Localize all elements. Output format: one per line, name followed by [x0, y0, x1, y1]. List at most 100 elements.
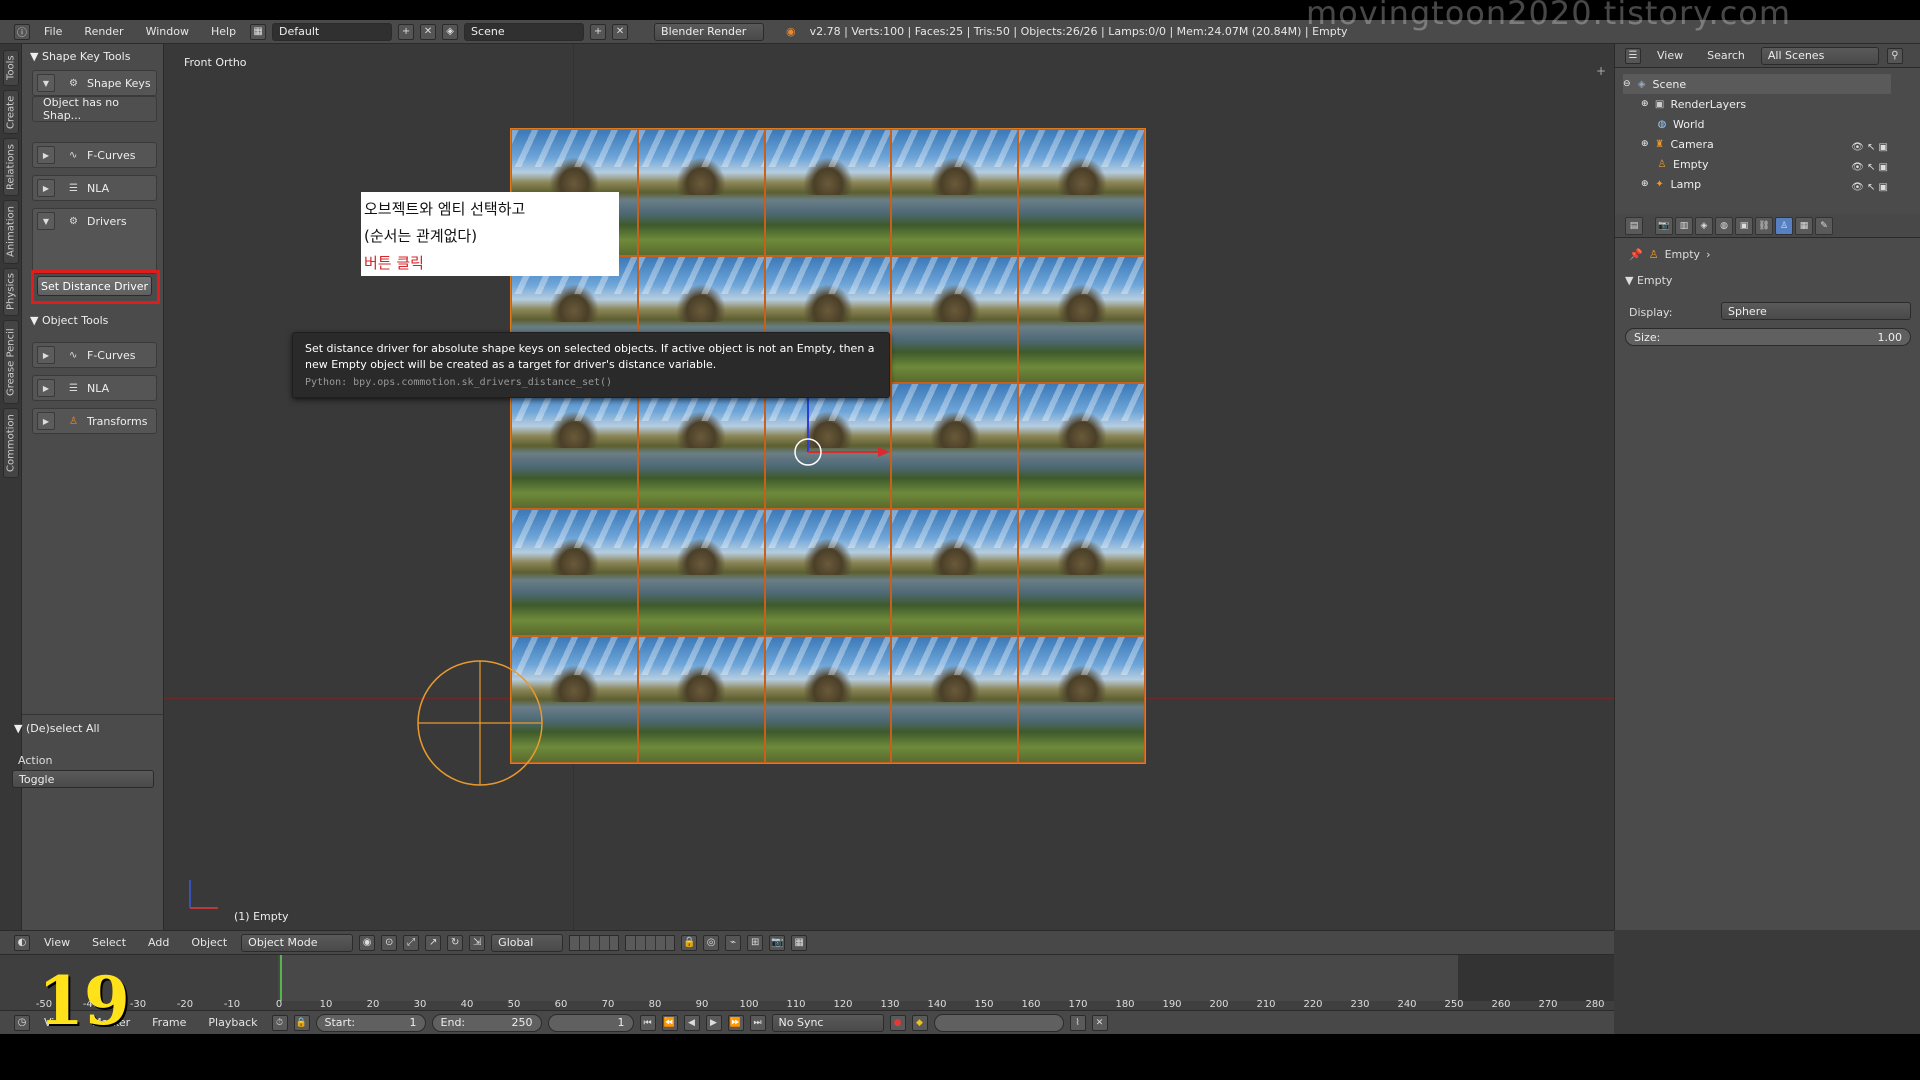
start-frame-field[interactable]: Start: 1: [315, 1013, 426, 1032]
outliner-editor-icon[interactable]: ☰: [1625, 47, 1641, 64]
shape-keys-row[interactable]: ▼ ⚙ Shape Keys: [32, 70, 157, 96]
screen-layout-field[interactable]: Default: [272, 22, 393, 41]
expand-icon[interactable]: ⊕: [1641, 179, 1649, 189]
expand-shape-keys-icon[interactable]: ▼: [37, 74, 55, 92]
menu-object[interactable]: Object: [183, 936, 235, 949]
keying-set-field[interactable]: [933, 1013, 1064, 1032]
outliner-item-renderlayers[interactable]: ⊕ ▣ RenderLayers: [1641, 94, 1871, 114]
size-field[interactable]: Size: 1.00: [1625, 328, 1911, 346]
image-plane[interactable]: [891, 509, 1019, 637]
outliner-item-lamp[interactable]: ⊕ ✦ Lamp: [1641, 174, 1871, 194]
expand-fcurves-icon[interactable]: ▶: [37, 146, 55, 164]
lock-layers-icon[interactable]: 🔒: [681, 934, 698, 951]
outliner-view-menu[interactable]: View: [1649, 49, 1691, 62]
mode-dropdown[interactable]: Object Mode: [241, 933, 354, 952]
translate-icon[interactable]: ↗: [425, 934, 442, 951]
snap-target-icon[interactable]: ⊞: [747, 934, 764, 951]
image-plane[interactable]: [1018, 636, 1145, 763]
outliner-item-scene[interactable]: ⊖ ◈ Scene: [1623, 74, 1891, 94]
record-icon[interactable]: ●: [889, 1014, 906, 1031]
current-frame-cursor[interactable]: [280, 955, 282, 1001]
fcurves-row[interactable]: ▶ ∿ F-Curves: [32, 142, 157, 168]
play-icon[interactable]: ▶: [705, 1014, 722, 1031]
empty-object[interactable]: [417, 660, 543, 786]
timeline[interactable]: -50 -40 -30 -20 -10 0 10 20 30 40 50 60 70 80 90 100 110…: [0, 954, 1614, 1010]
object-tab-icon[interactable]: ▣: [1735, 216, 1753, 235]
tab-create[interactable]: Create: [3, 90, 19, 134]
remove-layout-icon[interactable]: ✕: [420, 23, 437, 40]
deselect-all-header[interactable]: ▼ (De)select All: [14, 722, 100, 735]
tab-relations[interactable]: Relations: [3, 138, 19, 196]
screen-layout-icon[interactable]: ▦: [250, 23, 267, 40]
3d-view-editor-icon[interactable]: ◐: [14, 934, 30, 951]
tab-commotion[interactable]: Commotion: [3, 408, 19, 478]
keying-set-icon[interactable]: ◆: [911, 1014, 928, 1031]
orientation-dropdown[interactable]: Global: [491, 933, 564, 952]
expand-drivers-icon[interactable]: ▼: [37, 212, 55, 230]
insert-keyframe-icon[interactable]: ⌇: [1069, 1014, 1086, 1031]
scene-icon[interactable]: ◈: [442, 23, 459, 40]
snap-icon[interactable]: ⌁: [725, 934, 742, 951]
drivers-row[interactable]: ▼ ⚙ Drivers: [32, 208, 157, 274]
timeline-menu-playback[interactable]: Playback: [200, 1016, 265, 1029]
object-tools-header[interactable]: ▼ Object Tools: [30, 314, 108, 327]
image-plane[interactable]: [891, 636, 1019, 763]
image-plane[interactable]: [764, 509, 892, 637]
timeline-menu-frame[interactable]: Frame: [144, 1016, 194, 1029]
tab-physics[interactable]: Physics: [3, 268, 19, 316]
render-tab-icon[interactable]: 📷: [1655, 216, 1673, 235]
image-plane[interactable]: [637, 636, 765, 763]
scene-field[interactable]: Scene: [464, 22, 585, 41]
proportional-icon[interactable]: ◎: [703, 934, 720, 951]
properties-toggle-icon[interactable]: +: [1596, 64, 1606, 78]
layers-grid-2[interactable]: [625, 934, 676, 951]
outliner-search-menu[interactable]: Search: [1699, 49, 1753, 62]
pivot-icon[interactable]: ⊙: [381, 934, 398, 951]
image-plane[interactable]: [1018, 129, 1145, 256]
image-plane[interactable]: [891, 255, 1019, 383]
data-tab-icon[interactable]: ♙: [1775, 216, 1793, 235]
jump-start-icon[interactable]: ⏮: [639, 1014, 656, 1031]
image-plane[interactable]: [511, 509, 638, 637]
outliner-item-world[interactable]: ◍ World: [1655, 114, 1885, 134]
image-plane[interactable]: [637, 509, 765, 637]
tab-tools[interactable]: Tools: [3, 50, 19, 86]
scale-icon[interactable]: ⇲: [469, 934, 486, 951]
jump-key-back-icon[interactable]: ⏪: [661, 1014, 678, 1031]
menu-window[interactable]: Window: [138, 25, 197, 38]
image-plane[interactable]: [637, 129, 765, 256]
current-frame-field[interactable]: 1: [547, 1013, 634, 1032]
physics-tab-icon[interactable]: ✎: [1815, 216, 1833, 235]
play-reverse-icon[interactable]: ◀: [683, 1014, 700, 1031]
expand-nla-icon[interactable]: ▶: [37, 179, 55, 197]
menu-select[interactable]: Select: [84, 936, 134, 949]
lock-range-icon[interactable]: 🔒: [293, 1014, 310, 1031]
menu-render[interactable]: Render: [76, 25, 131, 38]
render-preview-icon[interactable]: 📷: [769, 934, 786, 951]
menu-add[interactable]: Add: [140, 936, 177, 949]
image-plane[interactable]: [637, 382, 765, 510]
expand-transforms-icon[interactable]: ▶: [37, 412, 55, 430]
shading-icon[interactable]: ◉: [359, 934, 376, 951]
fcurves-row-2[interactable]: ▶ ∿ F-Curves: [32, 342, 157, 368]
properties-editor-icon[interactable]: ▤: [1625, 216, 1643, 235]
menu-view[interactable]: View: [36, 936, 78, 949]
texture-tab-icon[interactable]: ▦: [1795, 216, 1813, 235]
expand-nla-2-icon[interactable]: ▶: [37, 379, 55, 397]
expand-icon[interactable]: ⊕: [1641, 99, 1649, 109]
jump-end-icon[interactable]: ⏭: [749, 1014, 766, 1031]
preview-range-icon[interactable]: ⏱: [271, 1014, 288, 1031]
opengl-render-icon[interactable]: ▦: [791, 934, 808, 951]
set-distance-driver-button[interactable]: Set Distance Driver: [37, 276, 152, 296]
add-layout-icon[interactable]: +: [398, 23, 415, 40]
scene-tab-icon[interactable]: ◈: [1695, 216, 1713, 235]
3d-viewport[interactable]: Front Ortho (1) Empty 오브젝트와 엠티 선택하고 (순서는…: [164, 44, 1614, 930]
end-frame-field[interactable]: End: 250: [431, 1013, 542, 1032]
transforms-row[interactable]: ▶ ♙ Transforms: [32, 408, 157, 434]
render-engine-dropdown[interactable]: Blender Render: [654, 22, 765, 41]
constraints-tab-icon[interactable]: ⛓: [1755, 216, 1773, 235]
world-tab-icon[interactable]: ◍: [1715, 216, 1733, 235]
menu-help[interactable]: Help: [203, 25, 244, 38]
expand-icon[interactable]: ⊕: [1641, 139, 1649, 149]
image-plane[interactable]: [511, 382, 638, 510]
